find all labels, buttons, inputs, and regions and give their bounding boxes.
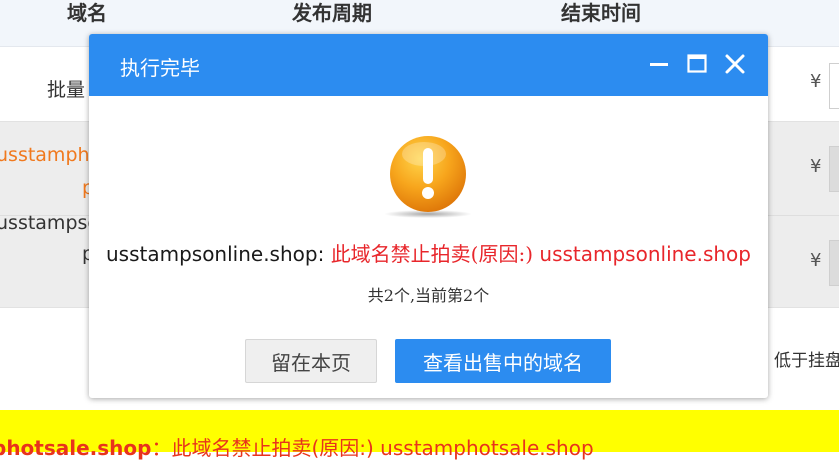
dialog-header[interactable]: 执行完毕: [89, 34, 768, 96]
column-header-period: 发布周期: [292, 1, 372, 25]
message-reason-domain: usstampsonline.shop: [539, 242, 751, 266]
currency-symbol: ¥: [810, 156, 822, 177]
low-price-label: 低于挂盘: [774, 351, 839, 371]
error-banner-separator: ：: [151, 436, 172, 460]
currency-symbol: ¥: [810, 250, 822, 271]
progress-count: 共2个,当前第2个: [367, 286, 490, 305]
column-header-end-time: 结束时间: [561, 1, 641, 25]
close-icon[interactable]: [723, 52, 747, 76]
error-banner: phot​sale.shop：此域名禁止拍卖(原因:) usstamphotsa…: [0, 410, 839, 460]
error-banner-message: 此域名禁止拍卖(原因:) usstamphotsale.shop: [171, 436, 594, 460]
view-domains-for-sale-button[interactable]: 查看出售中的域名: [395, 339, 611, 383]
row-domain-link[interactable]: usstampho: [0, 144, 101, 166]
error-banner-domain: phot​sale.shop: [0, 436, 152, 460]
price-input[interactable]: [829, 240, 839, 286]
message-reason: 此域名禁止拍卖(原因:): [330, 242, 534, 266]
maximize-icon[interactable]: [685, 52, 709, 76]
dialog-title: 执行完毕: [120, 56, 200, 80]
stay-on-page-button[interactable]: 留在本页: [245, 339, 377, 383]
warning-icon: [384, 134, 472, 218]
price-input[interactable]: [829, 63, 839, 109]
message-domain: usstampsonline.shop:: [105, 242, 325, 266]
row-domain-name: usstampso: [0, 212, 100, 234]
price-input[interactable]: [829, 146, 839, 192]
error-banner-text: phot​sale.shop：此域名禁止拍卖(原因:) usstamphotsa…: [0, 432, 594, 461]
row-batch-label: 批量: [47, 79, 86, 101]
result-dialog: 执行完毕 usstampsonline.shop: 此域名禁止拍卖(原因:) u…: [89, 34, 768, 398]
minimize-icon[interactable]: [647, 52, 671, 76]
dialog-message: usstampsonline.shop: 此域名禁止拍卖(原因:) usstam…: [89, 238, 768, 267]
currency-symbol: ¥: [810, 71, 822, 92]
column-header-domain: 域名: [67, 1, 107, 25]
